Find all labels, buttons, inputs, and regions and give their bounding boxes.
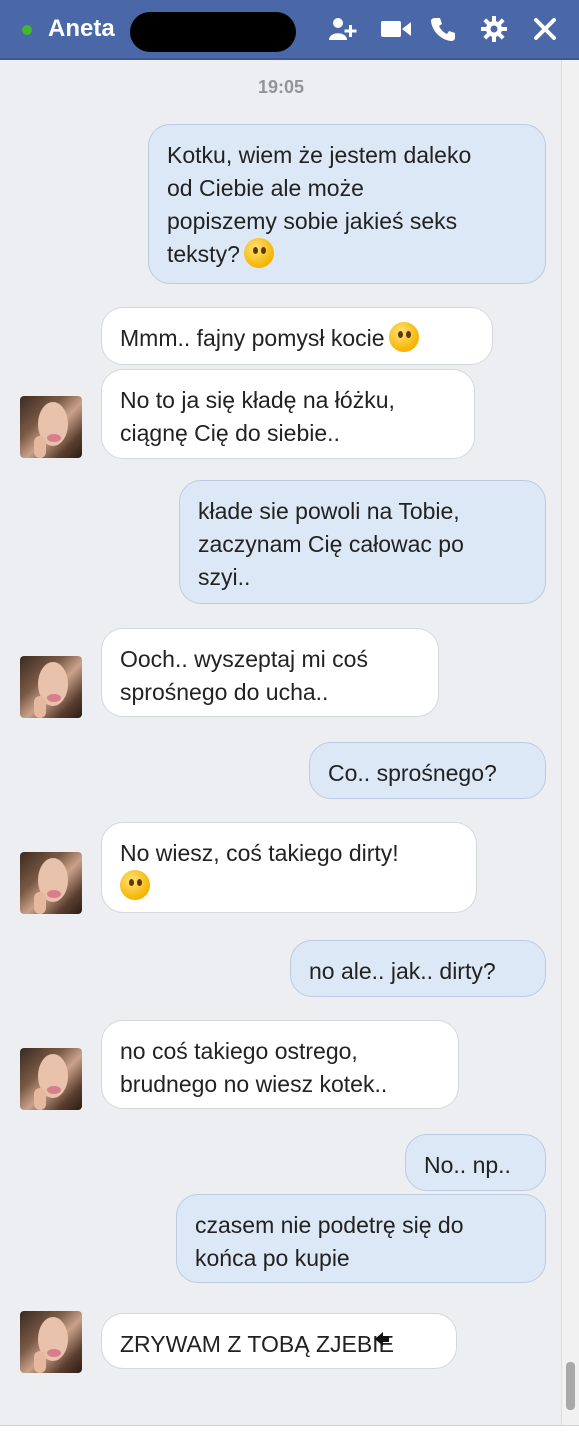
message-text: Kotku, wiem że jestem daleko od Ciebie a… bbox=[167, 142, 472, 267]
message-scrollbar[interactable] bbox=[561, 60, 579, 1425]
outgoing-message[interactable]: czasem nie podetrę się do końca po kupie bbox=[176, 1194, 546, 1283]
close-icon[interactable] bbox=[528, 12, 562, 46]
incoming-message[interactable]: Ooch.. wyszeptaj mi coś sprośnego do uch… bbox=[101, 628, 439, 717]
message-composer[interactable] bbox=[0, 1425, 579, 1448]
chat-header[interactable]: Aneta bbox=[0, 0, 579, 60]
outgoing-message[interactable]: No.. np.. bbox=[405, 1134, 546, 1191]
mouse-cursor-icon bbox=[375, 1332, 389, 1346]
message-text: Mmm.. fajny pomysł kocie bbox=[120, 325, 385, 351]
contact-avatar[interactable] bbox=[20, 1311, 82, 1373]
phone-icon[interactable] bbox=[426, 12, 460, 46]
contact-avatar[interactable] bbox=[20, 1048, 82, 1110]
outgoing-message[interactable]: kłade sie powoli na Tobie, zaczynam Cię … bbox=[179, 480, 546, 604]
contact-avatar[interactable] bbox=[20, 396, 82, 458]
message-list[interactable]: 19:05 Kotku, wiem że jestem daleko od Ci… bbox=[0, 60, 562, 1425]
scrollbar-thumb[interactable] bbox=[566, 1362, 575, 1410]
outgoing-message[interactable]: Kotku, wiem że jestem daleko od Ciebie a… bbox=[148, 124, 546, 284]
message-text: No wiesz, coś takiego dirty! bbox=[120, 840, 399, 866]
incoming-message[interactable]: Mmm.. fajny pomysł kocie bbox=[101, 307, 493, 365]
incoming-message[interactable]: No to ja się kładę na łóżku, ciągnę Cię … bbox=[101, 369, 475, 459]
contact-name[interactable]: Aneta bbox=[48, 15, 115, 43]
kiss-emoji-icon bbox=[388, 322, 419, 352]
online-status-dot bbox=[22, 25, 32, 35]
gear-icon[interactable] bbox=[477, 12, 511, 46]
incoming-message[interactable]: ZRYWAM Z TOBĄ ZJEBIE bbox=[101, 1313, 457, 1369]
incoming-message[interactable]: no coś takiego ostrego, brudnego no wies… bbox=[101, 1020, 459, 1109]
add-people-icon[interactable] bbox=[326, 12, 360, 46]
contact-avatar[interactable] bbox=[20, 656, 82, 718]
outgoing-message[interactable]: Co.. sprośnego? bbox=[309, 742, 546, 799]
wink-emoji-icon bbox=[243, 238, 274, 268]
contact-avatar[interactable] bbox=[20, 852, 82, 914]
smile-emoji-icon bbox=[120, 870, 150, 900]
message-timestamp: 19:05 bbox=[257, 77, 305, 97]
redacted-surname bbox=[130, 12, 296, 52]
outgoing-message[interactable]: no ale.. jak.. dirty? bbox=[290, 940, 546, 997]
incoming-message[interactable]: No wiesz, coś takiego dirty! bbox=[101, 822, 477, 913]
chat-window: Aneta 19:05 Kotku, wiem że jestem daleko… bbox=[0, 0, 579, 1448]
video-call-icon[interactable] bbox=[379, 12, 413, 46]
